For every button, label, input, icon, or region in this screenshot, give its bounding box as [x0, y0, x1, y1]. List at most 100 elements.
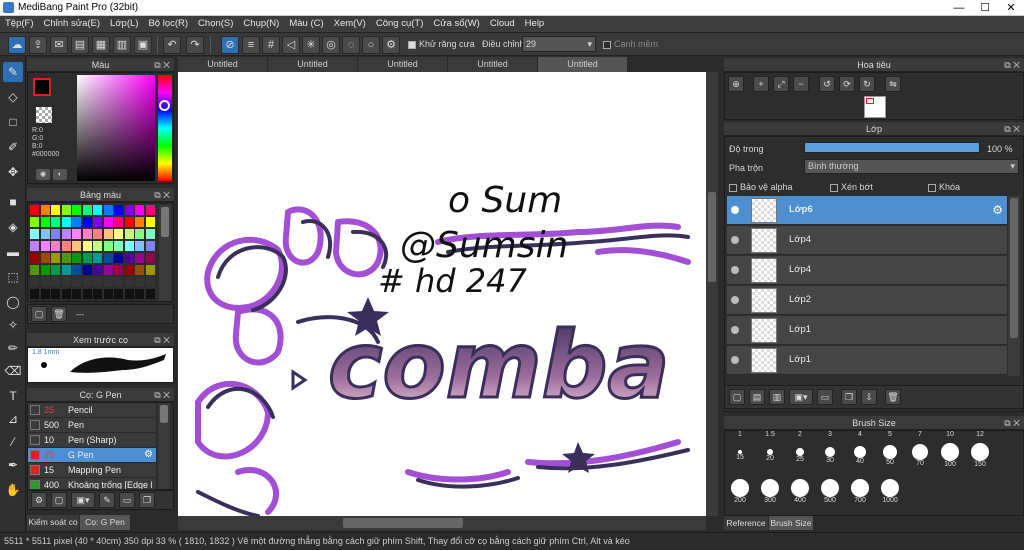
eye-icon[interactable]: [731, 296, 739, 304]
palette-swatch[interactable]: [135, 253, 144, 263]
color-mode-icon[interactable]: ◐: [53, 169, 67, 180]
palette-swatch[interactable]: [61, 289, 71, 299]
document-tab-active[interactable]: Untitled: [538, 57, 628, 72]
palette-swatch[interactable]: [40, 277, 50, 287]
curve-snap-icon[interactable]: ◌: [342, 36, 360, 54]
share-icon[interactable]: ⇪: [29, 36, 47, 54]
palette-swatch[interactable]: [103, 241, 113, 251]
soft-edge-toggle[interactable]: Cạnh mềm: [603, 39, 658, 49]
brush-item[interactable]: 15 Mapping Pen: [28, 463, 156, 478]
palette-swatch[interactable]: [51, 217, 60, 227]
palette-swatch[interactable]: [82, 217, 92, 227]
rectangle-tool-icon[interactable]: □: [3, 112, 23, 132]
flip-icon[interactable]: ⇋: [885, 76, 901, 92]
palette-swatch[interactable]: [114, 289, 123, 299]
brush-size-option[interactable]: 150: [967, 443, 993, 468]
eye-icon[interactable]: [731, 206, 739, 214]
palette-icon[interactable]: ◉: [36, 169, 50, 180]
document-tab[interactable]: Untitled: [178, 57, 268, 72]
palette-swatch[interactable]: [72, 253, 81, 263]
undo-icon[interactable]: ↶: [163, 36, 181, 54]
palette-swatch[interactable]: [51, 289, 60, 299]
palette-swatch[interactable]: [72, 229, 81, 239]
folder-icon[interactable]: ▭: [817, 389, 833, 405]
dot-tool-icon[interactable]: ✐: [3, 137, 23, 157]
palette-swatch[interactable]: [40, 229, 50, 239]
new-8bit-layer-icon[interactable]: ▥: [769, 389, 785, 405]
palette-swatch[interactable]: [30, 229, 39, 239]
eye-icon[interactable]: [731, 326, 739, 334]
palette-swatch[interactable]: [51, 253, 60, 263]
brush-item-selected[interactable]: 25 G Pen ⚙: [28, 448, 156, 463]
move-tool-icon[interactable]: ✥: [3, 162, 23, 182]
palette-swatch[interactable]: [124, 217, 134, 227]
maximize-button[interactable]: ☐: [972, 0, 998, 16]
panel-close-icon[interactable]: ⧉ ✕: [1004, 416, 1020, 430]
panel-close-icon[interactable]: ⧉ ✕: [154, 333, 170, 347]
panel-close-icon[interactable]: ⧉ ✕: [1004, 122, 1020, 136]
fill-rect-tool-icon[interactable]: ■: [3, 192, 23, 212]
vanish-snap-icon[interactable]: ◁: [282, 36, 300, 54]
palette-swatch[interactable]: [145, 277, 155, 287]
brush-item[interactable]: 500 Pen: [28, 418, 156, 433]
palette-swatch[interactable]: [82, 253, 92, 263]
zoom-fit-icon[interactable]: ⊕: [728, 76, 744, 92]
brush-size-option[interactable]: 40: [847, 443, 873, 465]
palette-swatch[interactable]: [93, 277, 102, 287]
lock-toggle[interactable]: Khóa: [928, 182, 960, 192]
magic-wand-icon[interactable]: ✧: [3, 315, 23, 335]
palette-swatch[interactable]: [30, 277, 39, 287]
menu-help[interactable]: Help: [520, 16, 550, 32]
brush-item[interactable]: 25 Pencil: [28, 403, 156, 418]
palette-swatch[interactable]: [82, 205, 92, 215]
menu-edit[interactable]: Chỉnh sửa(E): [39, 16, 106, 32]
snap-settings-icon[interactable]: ⚙: [382, 36, 400, 54]
palette-scrollbar[interactable]: [159, 205, 171, 301]
text-tool-icon[interactable]: T: [3, 386, 23, 406]
palette-swatch[interactable]: [30, 265, 39, 275]
palette-swatch[interactable]: [93, 265, 102, 275]
palette-swatch[interactable]: [124, 241, 134, 251]
duplicate-layer-icon[interactable]: ❐: [841, 389, 857, 405]
palette-swatch[interactable]: [103, 229, 113, 239]
palette-swatch[interactable]: [72, 241, 81, 251]
protect-alpha-toggle[interactable]: Bảo vệ alpha: [729, 182, 793, 192]
radial-snap-icon[interactable]: ✳: [302, 36, 320, 54]
palette-swatch[interactable]: [145, 265, 155, 275]
palette-swatch[interactable]: [82, 265, 92, 275]
delete-palette-icon[interactable]: 🗑: [51, 306, 67, 322]
panel-icon[interactable]: ▥: [113, 36, 131, 54]
brush-size-option[interactable]: 500: [817, 479, 843, 504]
menu-filter[interactable]: Bộ lọc(R): [143, 16, 193, 32]
palette-swatch[interactable]: [61, 229, 71, 239]
brush-scrollbar[interactable]: [158, 403, 170, 489]
eyedropper-icon[interactable]: ⁄: [3, 432, 23, 452]
drawing-canvas[interactable]: comba o Sum @Sumsin # hd 247: [178, 72, 706, 516]
palette-swatch[interactable]: [135, 277, 144, 287]
select-eraser-icon[interactable]: ⌫: [3, 361, 23, 381]
palette-swatch[interactable]: [103, 277, 113, 287]
tab-brush-size[interactable]: Brush Size: [769, 516, 813, 530]
new-layer-icon[interactable]: ▢: [729, 389, 745, 405]
tab-reference[interactable]: Reference: [724, 516, 768, 530]
panel-close-icon[interactable]: ⧉ ✕: [154, 58, 170, 72]
color-swatch-grid[interactable]: [30, 205, 156, 301]
palette-swatch[interactable]: [61, 217, 71, 227]
eyedropper2-icon[interactable]: ✒: [3, 455, 23, 475]
hand-tool-icon[interactable]: ✋: [3, 480, 23, 500]
palette-swatch[interactable]: [124, 289, 134, 299]
palette-swatch[interactable]: [61, 277, 71, 287]
parallel-snap-icon[interactable]: ≡: [242, 36, 260, 54]
menu-file[interactable]: Tệp(F): [0, 16, 39, 32]
tab-brush-list[interactable]: Cọ: G Pen: [80, 515, 130, 530]
palette-swatch[interactable]: [40, 289, 50, 299]
layer-row-selected[interactable]: Lớp6 ⚙: [727, 196, 1007, 225]
panel-close-icon[interactable]: ⧉ ✕: [154, 388, 170, 402]
palette-swatch[interactable]: [40, 253, 50, 263]
eraser-tool-icon[interactable]: ◇: [3, 87, 23, 107]
palette-swatch[interactable]: [51, 265, 60, 275]
document-tab[interactable]: Untitled: [268, 57, 358, 72]
palette-swatch[interactable]: [135, 241, 144, 251]
palette-swatch[interactable]: [114, 241, 123, 251]
brush-settings-icon[interactable]: ⚙: [31, 492, 47, 508]
